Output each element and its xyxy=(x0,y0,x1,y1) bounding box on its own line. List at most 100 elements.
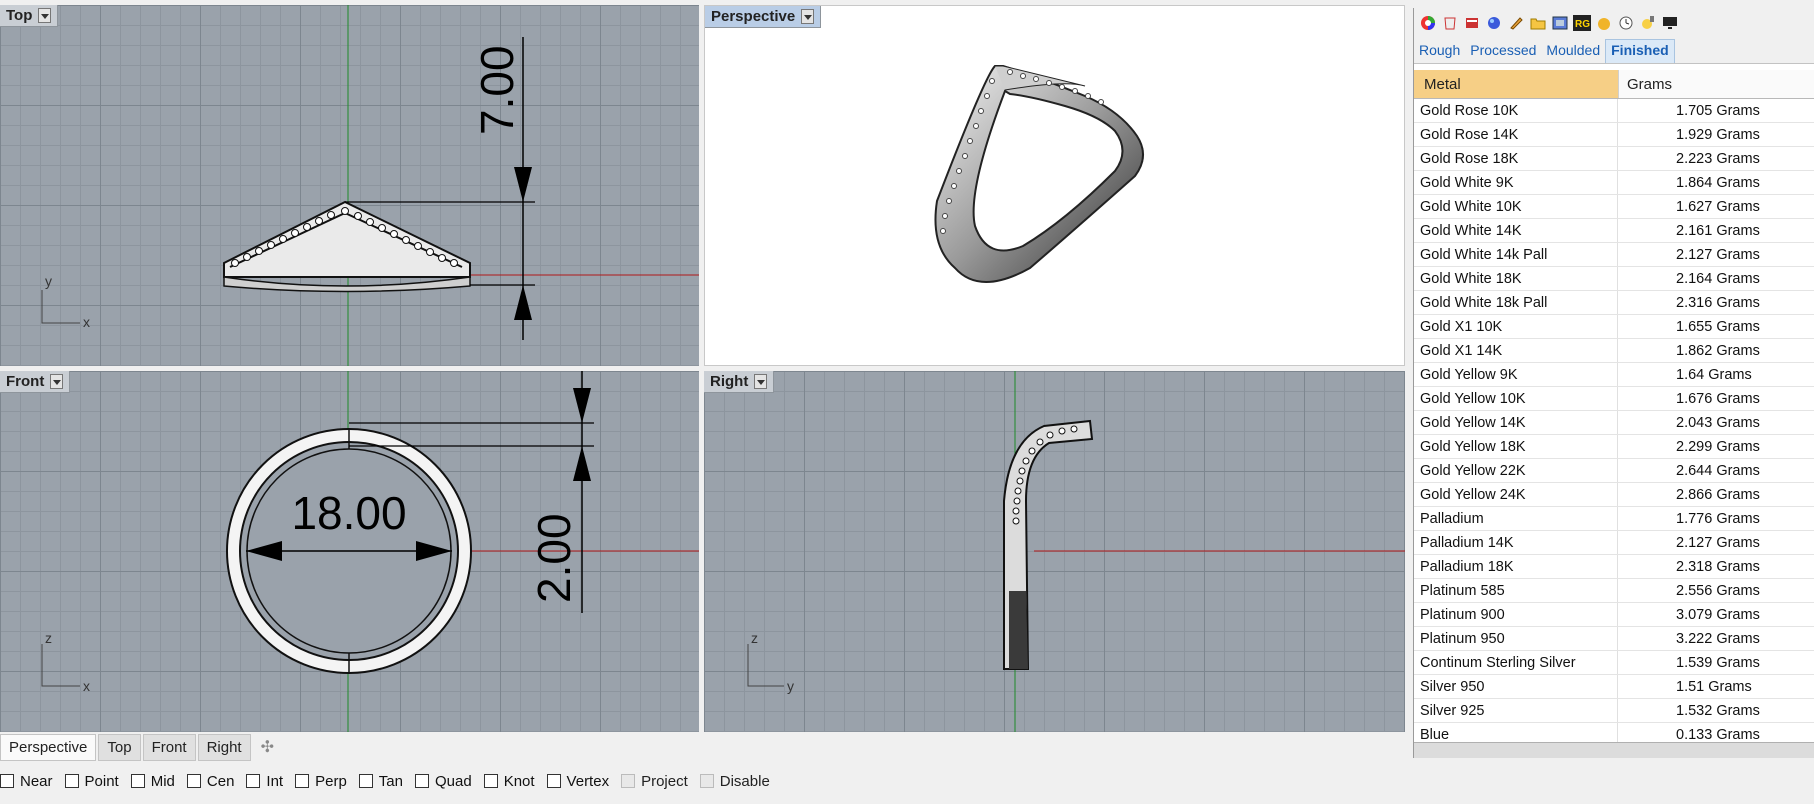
table-row[interactable]: Palladium 14K 2.127 Grams xyxy=(1414,531,1814,555)
checkbox[interactable] xyxy=(0,774,14,788)
checkbox[interactable] xyxy=(186,774,201,788)
table-row[interactable]: Silver 950 1.51 Grams xyxy=(1414,675,1814,699)
add-viewport-icon[interactable]: ✣ xyxy=(252,733,283,761)
viewport-right[interactable]: Right z y xyxy=(704,371,1405,732)
osnap-tan[interactable]: Tan xyxy=(358,773,403,790)
right-view-drawing: z y xyxy=(747,371,1405,732)
metal-name-cell: Gold Rose 18K xyxy=(1414,147,1618,170)
osnap-knot[interactable]: Knot xyxy=(483,773,535,790)
chevron-down-icon[interactable] xyxy=(801,9,815,24)
viewport-top[interactable]: Top y x 7.00 xyxy=(0,5,699,366)
checkbox[interactable] xyxy=(699,774,714,788)
table-row[interactable]: Gold Rose 18K 2.223 Grams xyxy=(1414,147,1814,171)
bucket-icon[interactable] xyxy=(1440,13,1460,33)
table-row[interactable]: Gold Yellow 22K 2.644 Grams xyxy=(1414,459,1814,483)
color-wheel-icon[interactable] xyxy=(1418,13,1438,33)
metal-name-cell: Gold X1 14K xyxy=(1414,339,1618,362)
table-row[interactable]: Gold Yellow 24K 2.866 Grams xyxy=(1414,483,1814,507)
chevron-down-icon[interactable] xyxy=(754,374,768,389)
osnap-point[interactable]: Point xyxy=(64,773,119,790)
grams-cell: 2.223 Grams xyxy=(1676,150,1760,167)
panel-toolbar: RG xyxy=(1414,8,1814,38)
osnap-near[interactable]: Near xyxy=(0,773,53,790)
column-header-grams[interactable]: Grams xyxy=(1618,70,1814,98)
folder-icon[interactable] xyxy=(1528,13,1548,33)
osnap-label: Perp xyxy=(315,772,347,790)
monitor-icon[interactable] xyxy=(1660,13,1680,33)
viewport-tab-perspective[interactable]: Perspective xyxy=(705,6,822,28)
tab-rough[interactable]: Rough xyxy=(1414,39,1465,63)
table-row[interactable]: Gold White 10K 1.627 Grams xyxy=(1414,195,1814,219)
sphere-icon[interactable] xyxy=(1484,13,1504,33)
table-row[interactable]: Palladium 1.776 Grams xyxy=(1414,507,1814,531)
lamp-icon[interactable] xyxy=(1638,13,1658,33)
viewport-tab-right[interactable]: Right xyxy=(704,371,775,393)
checkbox[interactable] xyxy=(64,774,79,788)
tab-processed[interactable]: Processed xyxy=(1465,39,1541,63)
tab-right[interactable]: Right xyxy=(197,733,251,761)
table-row[interactable]: Gold X1 10K 1.655 Grams xyxy=(1414,315,1814,339)
book-icon[interactable] xyxy=(1462,13,1482,33)
table-row[interactable]: Gold Rose 14K 1.929 Grams xyxy=(1414,123,1814,147)
axis-label-x: x xyxy=(83,678,90,694)
checkbox[interactable] xyxy=(483,774,498,788)
checkbox[interactable] xyxy=(621,774,636,788)
checkbox[interactable] xyxy=(246,774,261,788)
grams-cell: 1.676 Grams xyxy=(1676,390,1760,407)
tab-perspective[interactable]: Perspective xyxy=(0,733,97,761)
table-row[interactable]: Platinum 585 2.556 Grams xyxy=(1414,579,1814,603)
osnap-quad[interactable]: Quad xyxy=(414,772,472,790)
checkbox[interactable] xyxy=(130,774,145,788)
checkbox[interactable] xyxy=(414,774,429,788)
table-row[interactable]: Gold Rose 10K 1.705 Grams xyxy=(1414,99,1814,123)
checkbox[interactable] xyxy=(546,774,561,788)
perspective-ring-render xyxy=(934,65,1144,283)
osnap-label: Quad xyxy=(434,772,472,790)
table-row[interactable]: Gold White 18K 2.164 Grams xyxy=(1414,267,1814,291)
tab-front[interactable]: Front xyxy=(142,733,196,761)
table-row[interactable]: Platinum 900 3.079 Grams xyxy=(1414,603,1814,627)
viewport-tab-top[interactable]: Top xyxy=(0,5,59,27)
checkbox[interactable] xyxy=(358,774,373,788)
tab-finished[interactable]: Finished xyxy=(1605,39,1675,63)
column-header-metal[interactable]: Metal xyxy=(1414,70,1618,98)
table-row[interactable]: Silver 925 1.532 Grams xyxy=(1414,699,1814,723)
osnap-cen[interactable]: Cen xyxy=(186,773,234,790)
table-row[interactable]: Gold Yellow 18K 2.299 Grams xyxy=(1414,435,1814,459)
viewport-tab-front[interactable]: Front xyxy=(0,371,71,393)
image-icon[interactable] xyxy=(1550,13,1570,33)
chevron-down-icon[interactable] xyxy=(50,374,64,389)
table-row[interactable]: Gold Yellow 14K 2.043 Grams xyxy=(1414,411,1814,435)
table-row[interactable]: Gold White 14k Pall 2.127 Grams xyxy=(1414,243,1814,267)
tab-moulded[interactable]: Moulded xyxy=(1541,39,1605,63)
table-row[interactable]: Gold X1 14K 1.862 Grams xyxy=(1414,339,1814,363)
table-row[interactable]: Continum Sterling Silver 1.539 Grams xyxy=(1414,651,1814,675)
osnap-perp[interactable]: Perp xyxy=(295,773,347,790)
pen-icon[interactable] xyxy=(1506,13,1526,33)
osnap-disable[interactable]: Disable xyxy=(699,773,770,790)
table-row[interactable]: Gold White 14K 2.161 Grams xyxy=(1414,219,1814,243)
checkbox[interactable] xyxy=(295,774,310,788)
metal-weight-table: Gold Rose 10K 1.705 Grams Gold Rose 14K 1.9… xyxy=(1414,99,1814,747)
osnap-project[interactable]: Project xyxy=(621,773,688,790)
clock-icon[interactable] xyxy=(1616,13,1636,33)
rg-icon[interactable]: RG xyxy=(1572,13,1592,33)
table-row[interactable]: Platinum 950 3.222 Grams xyxy=(1414,627,1814,651)
table-row[interactable]: Gold White 9K 1.864 Grams xyxy=(1414,171,1814,195)
chevron-down-icon[interactable] xyxy=(38,8,52,23)
horizontal-scrollbar[interactable] xyxy=(1414,742,1814,758)
metal-name-cell: Gold Yellow 9K xyxy=(1414,363,1618,386)
osnap-int[interactable]: Int xyxy=(246,773,283,790)
viewport-perspective[interactable]: Perspective xyxy=(704,5,1405,366)
grams-cell: 1.627 Grams xyxy=(1676,198,1760,215)
table-row[interactable]: Gold Yellow 9K 1.64 Grams xyxy=(1414,363,1814,387)
metal-state-tabs: Rough Processed Moulded Finished xyxy=(1414,38,1814,64)
table-row[interactable]: Palladium 18K 2.318 Grams xyxy=(1414,555,1814,579)
tab-top[interactable]: Top xyxy=(98,733,141,761)
osnap-vertex[interactable]: Vertex xyxy=(546,773,609,790)
ball-icon[interactable] xyxy=(1594,13,1614,33)
osnap-mid[interactable]: Mid xyxy=(130,773,175,790)
viewport-front[interactable]: Front 18.00 z x 2.00 xyxy=(0,371,699,732)
table-row[interactable]: Gold White 18k Pall 2.316 Grams xyxy=(1414,291,1814,315)
table-row[interactable]: Gold Yellow 10K 1.676 Grams xyxy=(1414,387,1814,411)
